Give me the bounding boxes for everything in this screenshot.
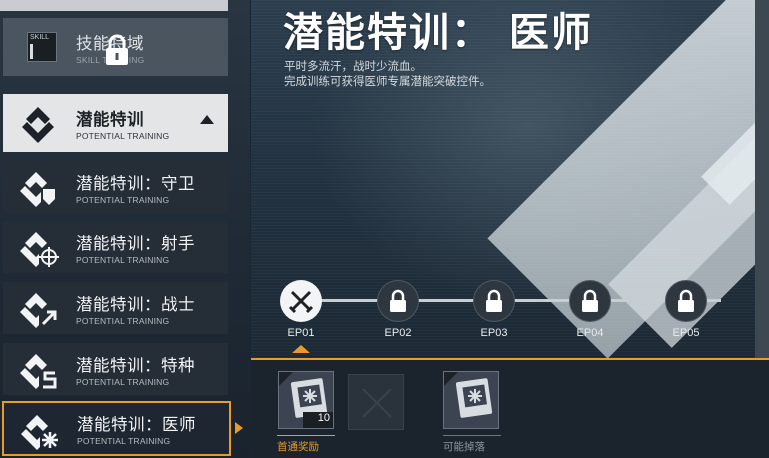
sidebar-item-warrior[interactable]: 潜能特训：战士 POTENTIAL TRAINING [3, 282, 228, 334]
specialist-class-icon [20, 354, 57, 389]
sidebar-item-sniper[interactable]: 潜能特训：射手 POTENTIAL TRAINING [3, 221, 228, 273]
sniper-class-icon [20, 232, 59, 267]
lock-icon [486, 289, 502, 312]
main-panel: 潜能特训： 医师 平时多流汗，战时少流血。 完成训练可获得医师专属潜能突破控件。… [251, 0, 755, 358]
sidebar-item-guard[interactable]: 潜能特训：守卫 POTENTIAL TRAINING [3, 161, 228, 213]
crossed-swords-icon [288, 290, 314, 314]
possible-drop-item[interactable] [443, 371, 499, 429]
reward-count: 10 [303, 412, 333, 428]
sidebar-item-title: 潜能特训：射手 [76, 233, 195, 253]
medic-chip-icon [444, 372, 493, 418]
page-title: 潜能特训： 医师 [283, 10, 593, 56]
reward-bar: 10 首通奖励 可能掉落 [251, 358, 769, 458]
skill-icon: SKILL [27, 32, 57, 62]
guard-class-icon [20, 172, 55, 207]
lock-icon [678, 289, 694, 312]
episode-label: EP03 [480, 327, 508, 339]
sidebar-item-subtitle: POTENTIAL TRAINING [76, 315, 170, 326]
sidebar-item-medic-selected[interactable]: 潜能特训：医师 POTENTIAL TRAINING [2, 401, 231, 456]
sidebar-item-title: 潜能特训：守卫 [76, 173, 195, 193]
episode-node-ep01[interactable] [280, 280, 322, 322]
episode-label: EP05 [672, 327, 700, 339]
sidebar-item-special[interactable]: 潜能特训：特种 POTENTIAL TRAINING [3, 343, 228, 395]
episode-label: EP02 [384, 327, 412, 339]
lock-icon [106, 34, 128, 65]
lock-icon [390, 289, 406, 312]
sidebar-item-potential-training[interactable]: 潜能特训 POTENTIAL TRAINING [3, 94, 228, 152]
right-edge-panel [755, 0, 769, 358]
description-line-2: 完成训练可获得医师专属潜能突破控件。 [284, 74, 491, 88]
sidebar-item-subtitle: POTENTIAL TRAINING [76, 254, 170, 265]
description-line-1: 平时多流汗，战时少流血。 [284, 59, 422, 73]
episode-node-ep05[interactable] [665, 280, 707, 322]
sidebar-item-title: 潜能特训：战士 [76, 294, 195, 314]
sidebar-item-subtitle: POTENTIAL TRAINING [76, 194, 170, 205]
episode-node-ep03[interactable] [473, 280, 515, 322]
episode-node-ep02[interactable] [377, 280, 419, 322]
potential-training-icon [22, 107, 54, 143]
medic-class-icon [21, 415, 58, 450]
episode-label: EP04 [576, 327, 604, 339]
empty-slot-icon [362, 388, 392, 418]
episode-label: EP01 [287, 327, 315, 339]
lock-icon [582, 289, 598, 312]
empty-reward-slot [348, 374, 404, 430]
first-clear-reward-item[interactable]: 10 [278, 371, 334, 429]
sidebar-item-subtitle: POTENTIAL TRAINING [76, 130, 170, 141]
warrior-class-icon [20, 293, 57, 328]
first-clear-label: 首通奖励 [277, 441, 319, 453]
sidebar-item-title: 潜能特训：医师 [77, 415, 196, 434]
sidebar-item-skill-training[interactable]: SKILL 技能特域 SKILL TRAINING [3, 18, 228, 76]
sidebar-item-title: 潜能特训：特种 [76, 355, 195, 375]
possible-drop-label: 可能掉落 [443, 441, 485, 453]
sidebar-item-subtitle: POTENTIAL TRAINING [77, 436, 171, 446]
sidebar-top-item[interactable] [0, 0, 228, 11]
collapse-caret-icon[interactable] [200, 115, 214, 124]
sidebar: SKILL 技能特域 SKILL TRAINING 潜能特训 POTENTIAL… [0, 0, 250, 458]
current-episode-marker [292, 345, 310, 353]
episode-node-ep04[interactable] [569, 280, 611, 322]
sidebar-item-subtitle: POTENTIAL TRAINING [76, 376, 170, 387]
sidebar-item-title: 潜能特训 [76, 109, 144, 129]
selection-arrow-icon [235, 422, 243, 434]
